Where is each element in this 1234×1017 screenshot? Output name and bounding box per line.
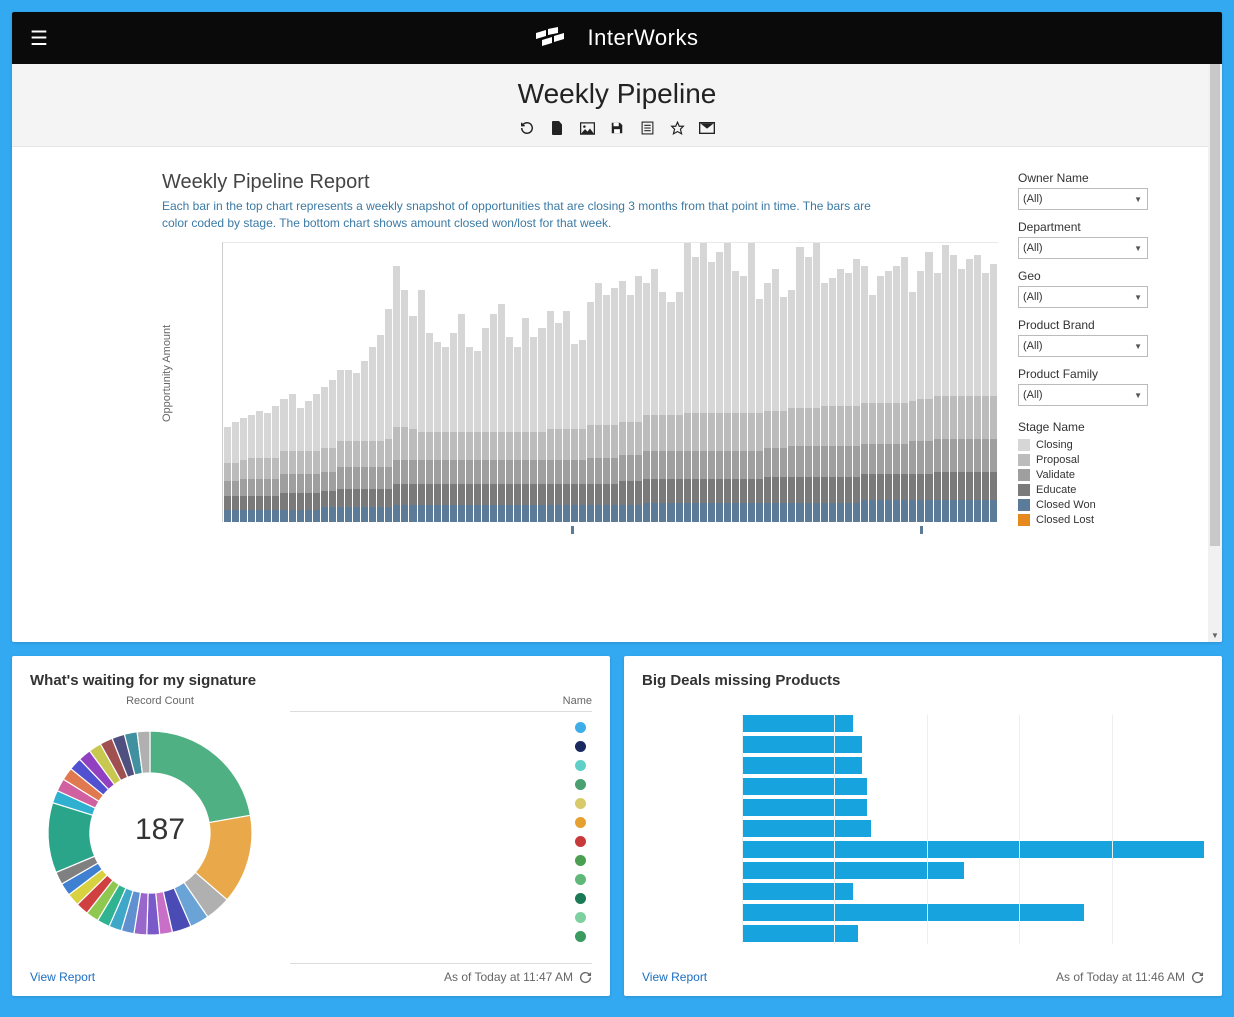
bigdeals-widget: Big Deals missing Products View Report A… [624,656,1222,996]
legend-dot[interactable] [575,779,586,790]
legend-title: Stage Name [1018,420,1168,434]
y-axis-label: Opportunity Amount [161,324,173,421]
refresh-icon[interactable] [519,120,535,136]
filter-select[interactable]: (All) [1018,237,1148,259]
donut-legend: Name [290,695,592,964]
page-title: Weekly Pipeline [12,78,1222,110]
report-description: Each bar in the top chart represents a w… [162,198,882,232]
menu-icon[interactable]: ☰ [30,26,48,51]
image-icon[interactable] [579,120,595,136]
refresh-icon[interactable] [1191,971,1204,984]
legend-item: Validate [1018,469,1168,481]
title-area: Weekly Pipeline [12,64,1222,147]
file-icon[interactable] [549,120,565,136]
brand: InterWorks [536,25,699,51]
filter-select[interactable]: (All) [1018,286,1148,308]
mail-icon[interactable] [699,120,715,136]
legend-dot[interactable] [575,817,586,828]
signature-timestamp: As of Today at 11:47 AM [444,970,573,984]
stacked-bar-chart[interactable] [222,242,998,522]
pipeline-panel: ▲ ▼ ☰ InterWorks Weekly Pipeline [12,12,1222,642]
refresh-icon[interactable] [579,971,592,984]
signature-widget: What's waiting for my signature Record C… [12,656,610,996]
report-heading: Weekly Pipeline Report [162,171,998,194]
bottom-strip [222,522,998,536]
filter-label: Geo [1018,269,1168,283]
stage-legend: Stage Name Closing Proposal Validate Educat… [1018,420,1168,526]
legend-dot[interactable] [575,893,586,904]
legend-dot[interactable] [575,874,586,885]
legend-item: Closing [1018,439,1168,451]
filter-panel: Owner Name (All) Department (All) Geo (All) Pr… [1018,171,1168,536]
view-report-link[interactable]: View Report [30,970,95,984]
legend-dot[interactable] [575,760,586,771]
legend-dot[interactable] [575,855,586,866]
chart-area: Weekly Pipeline Report Each bar in the t… [162,171,998,536]
filter-label: Department [1018,220,1168,234]
view-report-link[interactable]: View Report [642,970,707,984]
donut-top-label: Record Count [30,695,290,707]
brand-name: InterWorks [588,25,699,51]
scrollbar[interactable]: ▲ ▼ [1208,12,1222,642]
filter-select[interactable]: (All) [1018,335,1148,357]
save-icon[interactable] [609,120,625,136]
legend-dot[interactable] [575,836,586,847]
filter-label: Product Family [1018,367,1168,381]
hbar-chart[interactable] [642,695,1204,964]
legend-item: Closed Won [1018,499,1168,511]
brand-logo-icon [536,27,578,49]
signature-title: What's waiting for my signature [30,672,592,689]
legend-dot[interactable] [575,931,586,942]
legend-item: Proposal [1018,454,1168,466]
donut-center-value: 187 [135,813,185,847]
legend-dot[interactable] [575,912,586,923]
top-bar: ☰ InterWorks [12,12,1222,64]
donut-chart[interactable]: Record Count 187 [30,695,290,964]
legend-item: Closed Lost [1018,514,1168,526]
bigdeals-title: Big Deals missing Products [642,672,1204,689]
legend-dot[interactable] [575,722,586,733]
toolbar [12,120,1222,136]
filter-select[interactable]: (All) [1018,384,1148,406]
legend-item: Educate [1018,484,1168,496]
bigdeals-timestamp: As of Today at 11:46 AM [1056,970,1185,984]
donut-legend-header: Name [290,695,592,712]
list-icon[interactable] [639,120,655,136]
filter-select[interactable]: (All) [1018,188,1148,210]
filter-label: Product Brand [1018,318,1168,332]
star-icon[interactable] [669,120,685,136]
filter-label: Owner Name [1018,171,1168,185]
legend-dot[interactable] [575,798,586,809]
legend-dot[interactable] [575,741,586,752]
